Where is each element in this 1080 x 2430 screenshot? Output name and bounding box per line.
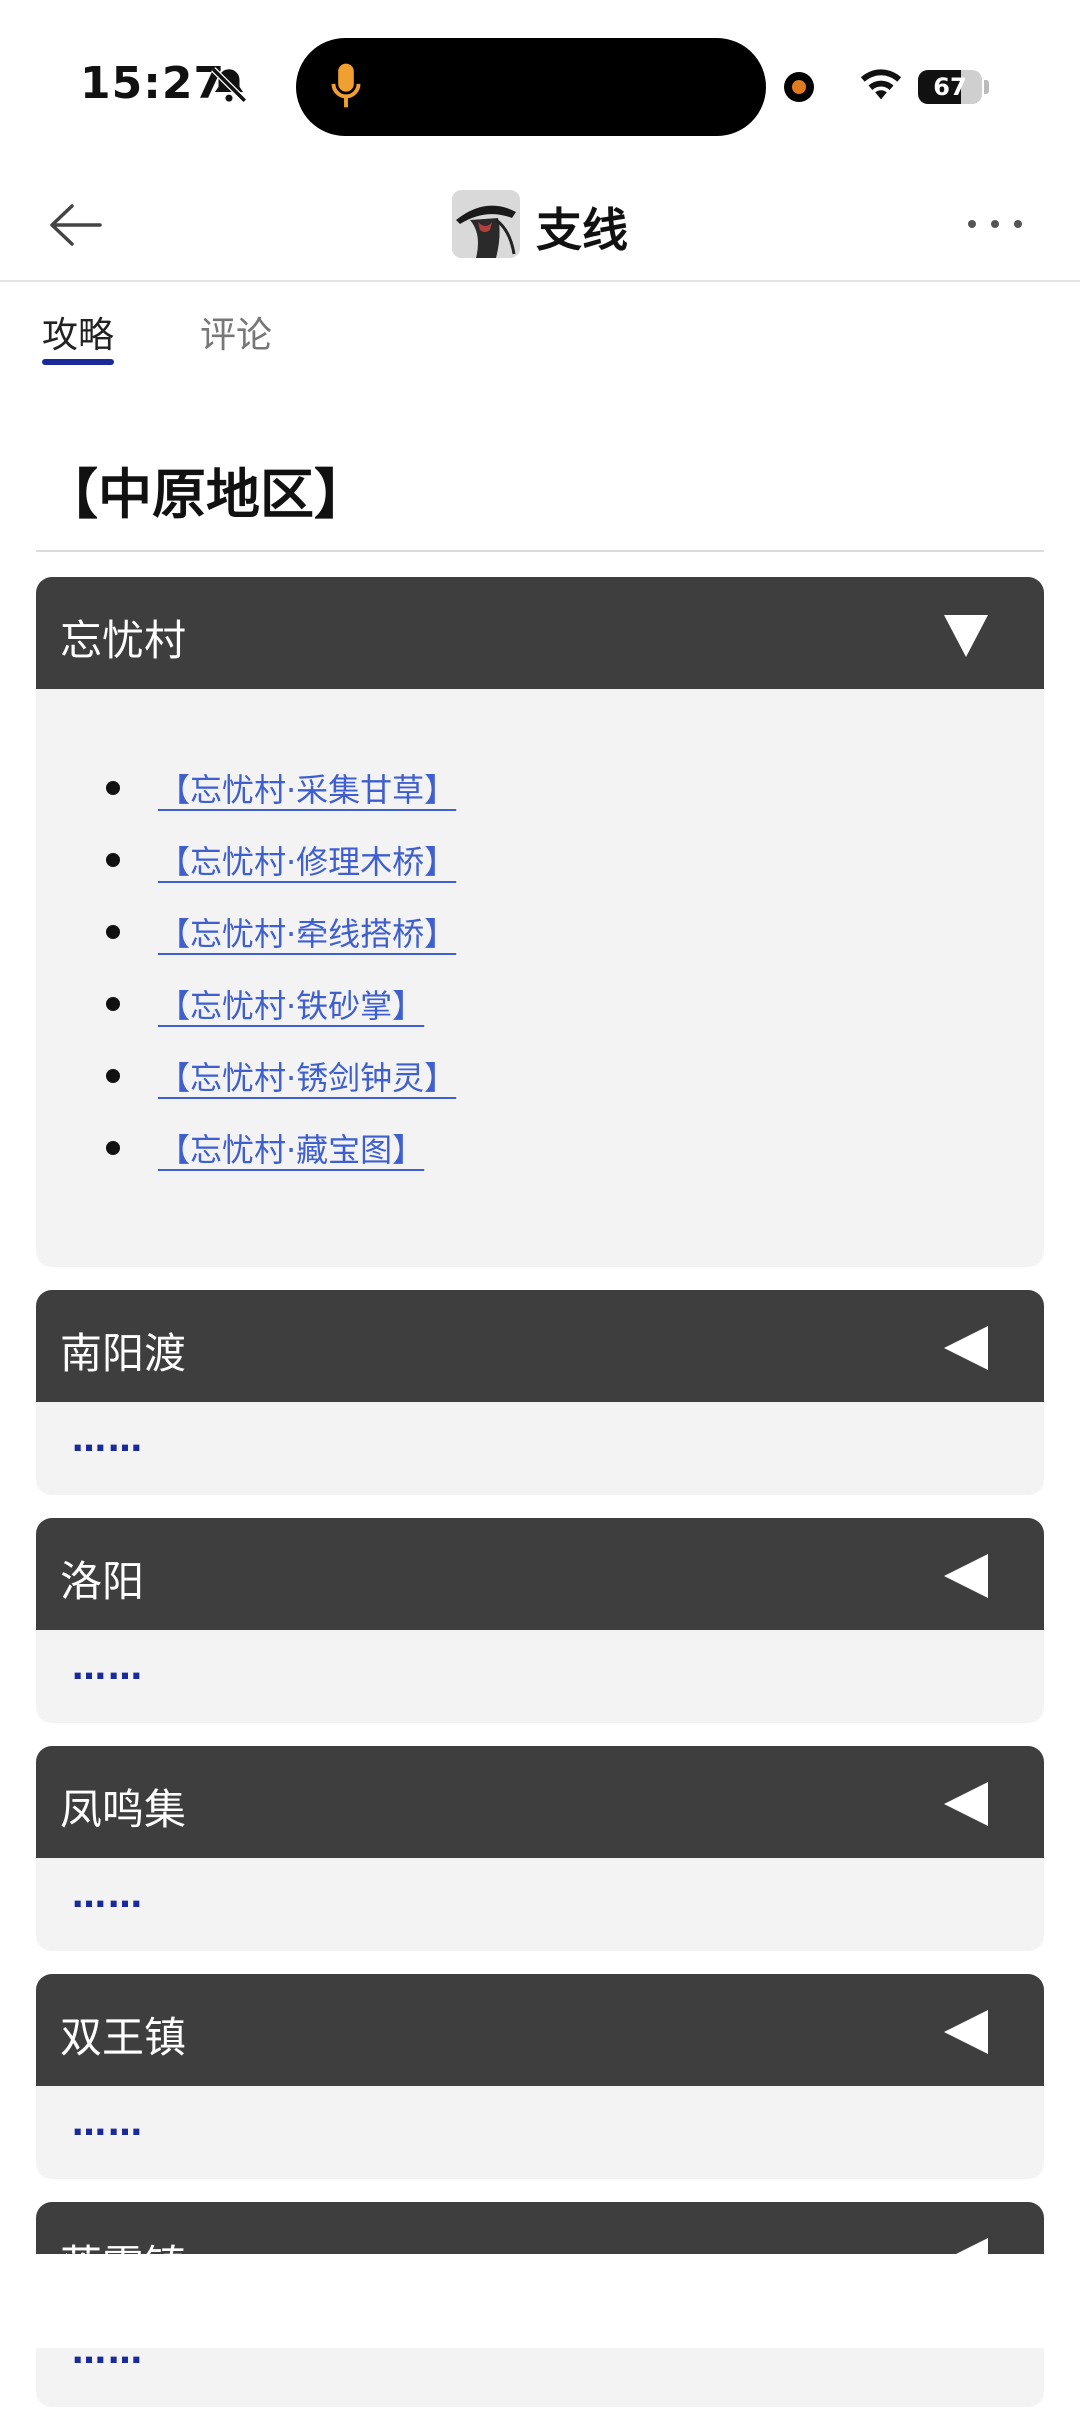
quest-link[interactable]: 【忘忧村·修理木桥】	[158, 837, 456, 883]
dynamic-island	[296, 38, 766, 136]
section-body: ……	[36, 1630, 1044, 1723]
wifi-icon	[860, 69, 902, 100]
nav-bar: 支线	[0, 170, 1080, 282]
battery-tip	[984, 80, 989, 94]
triangle-left-icon[interactable]	[942, 1552, 990, 1600]
section-wangyoucun: 忘忧村 【忘忧村·采集甘草】 【忘忧村·修理木桥】 【忘忧村·牵线搭桥】 【忘忧…	[36, 577, 1044, 1267]
tab-bar: 攻略 评论	[0, 282, 1080, 382]
section-header[interactable]: 凤鸣集	[36, 1746, 1044, 1858]
tab-active-indicator	[42, 359, 114, 365]
section-title: 南阳渡	[60, 1329, 187, 1378]
triangle-left-icon[interactable]	[942, 1780, 990, 1828]
section-header[interactable]: 洛阳	[36, 1518, 1044, 1630]
section-header[interactable]: 双王镇	[36, 1974, 1044, 2086]
section-header[interactable]: 忘忧村	[36, 577, 1044, 689]
bullet-icon	[106, 997, 120, 1011]
bell-slash-icon	[211, 67, 247, 103]
quest-link[interactable]: 【忘忧村·藏宝图】	[158, 1125, 424, 1171]
divider	[36, 550, 1044, 552]
ellipsis-placeholder: ……	[72, 1876, 144, 1916]
bullet-icon	[106, 1141, 120, 1155]
ellipsis-placeholder: ……	[72, 1420, 144, 1460]
triangle-left-icon[interactable]	[942, 2008, 990, 2056]
list-item: 【忘忧村·牵线搭桥】	[36, 903, 1044, 975]
triangle-down-icon[interactable]	[942, 611, 990, 659]
avatar-image	[452, 190, 520, 258]
list-item: 【忘忧村·修理木桥】	[36, 831, 1044, 903]
tab-comments[interactable]: 评论	[200, 306, 272, 358]
recording-dot-icon	[784, 72, 814, 102]
triangle-left-icon[interactable]	[942, 1324, 990, 1372]
quest-link[interactable]: 【忘忧村·铁砂掌】	[158, 981, 424, 1027]
avatar	[452, 190, 520, 258]
list-item: 【忘忧村·藏宝图】	[36, 1119, 1044, 1191]
list-item: 【忘忧村·铁砂掌】	[36, 975, 1044, 1047]
quest-link[interactable]: 【忘忧村·锈剑钟灵】	[158, 1053, 456, 1099]
back-button[interactable]	[42, 194, 108, 256]
bottom-safe-area	[0, 2254, 1080, 2348]
quest-link[interactable]: 【忘忧村·采集甘草】	[158, 765, 456, 811]
status-time: 15:27	[80, 58, 226, 109]
section-title: 洛阳	[60, 1557, 145, 1606]
section-luoyang: 洛阳 ……	[36, 1518, 1044, 1723]
section-nanyangdu: 南阳渡 ……	[36, 1290, 1044, 1495]
sections-list: 忘忧村 【忘忧村·采集甘草】 【忘忧村·修理木桥】 【忘忧村·牵线搭桥】 【忘忧…	[36, 577, 1044, 2430]
list-item: 【忘忧村·锈剑钟灵】	[36, 1047, 1044, 1119]
bullet-icon	[106, 925, 120, 939]
bullet-icon	[106, 1069, 120, 1083]
section-body: ……	[36, 1402, 1044, 1495]
ellipsis-placeholder: ……	[72, 1648, 144, 1688]
tab-guide[interactable]: 攻略	[42, 306, 114, 358]
section-title: 凤鸣集	[60, 1785, 187, 1834]
ellipsis-placeholder: ……	[72, 2104, 144, 2144]
section-shuangwangzhen: 双王镇 ……	[36, 1974, 1044, 2179]
section-header[interactable]: 南阳渡	[36, 1290, 1044, 1402]
section-body: ……	[36, 1858, 1044, 1951]
region-title: 【中原地区】	[44, 463, 368, 526]
section-body: ……	[36, 2086, 1044, 2179]
status-bar: 15:27 67	[0, 0, 1080, 170]
bullet-icon	[106, 853, 120, 867]
more-options-button[interactable]	[960, 204, 1030, 244]
section-title: 双王镇	[60, 2013, 187, 2062]
bullet-icon	[106, 781, 120, 795]
quest-link[interactable]: 【忘忧村·牵线搭桥】	[158, 909, 456, 955]
section-title: 忘忧村	[60, 616, 187, 665]
section-fengmingji: 凤鸣集 ……	[36, 1746, 1044, 1951]
page-title: 支线	[536, 203, 628, 257]
list-item: 【忘忧村·采集甘草】	[36, 759, 1044, 831]
battery-icon: 67	[918, 70, 982, 104]
microphone-icon	[331, 63, 361, 108]
section-body: 【忘忧村·采集甘草】 【忘忧村·修理木桥】 【忘忧村·牵线搭桥】 【忘忧村·铁砂…	[36, 689, 1044, 1267]
